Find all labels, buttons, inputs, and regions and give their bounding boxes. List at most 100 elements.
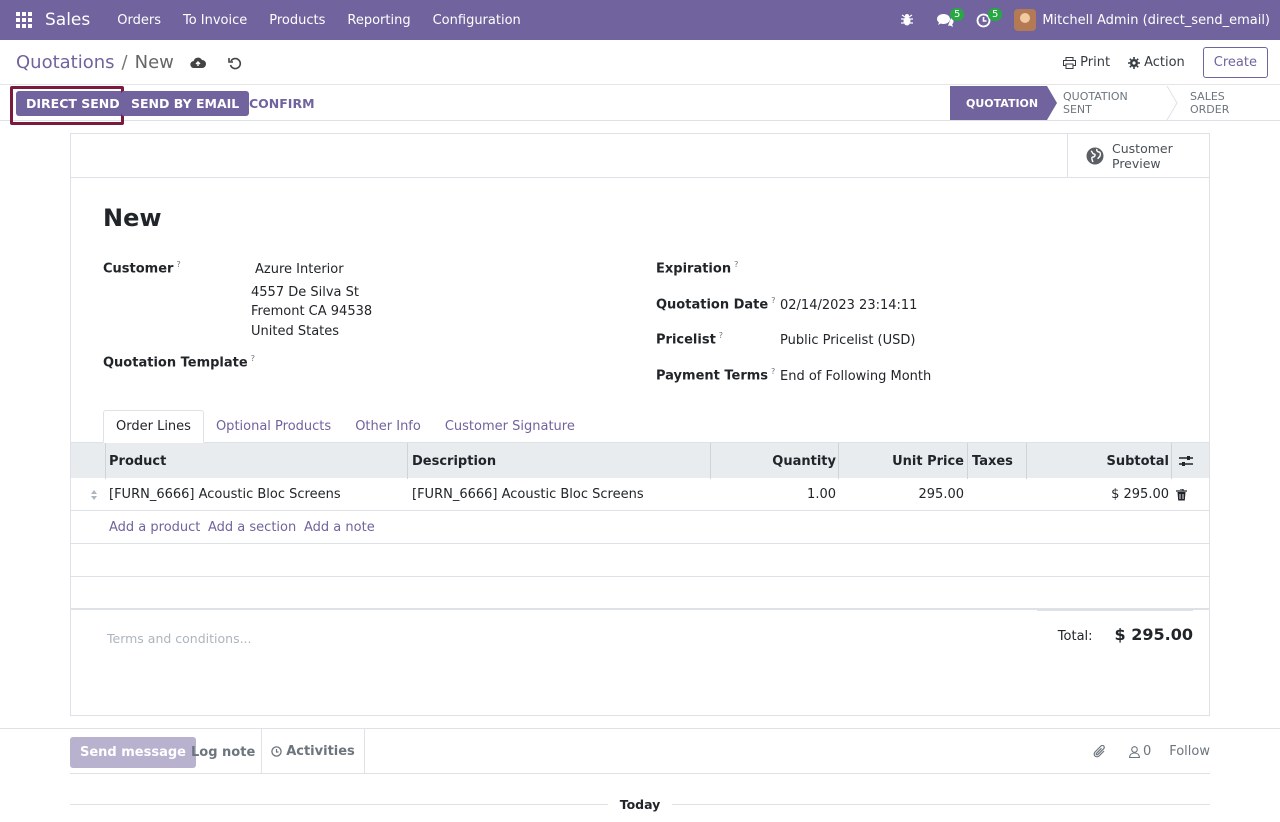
quotation-template-label: Quotation Template? <box>103 354 255 371</box>
stage-sales-order-label: SALES ORDER <box>1190 90 1230 116</box>
header-quantity[interactable]: Quantity <box>772 443 836 479</box>
add-section-link[interactable]: Add a section <box>208 511 296 544</box>
header-taxes[interactable]: Taxes <box>972 443 1013 479</box>
stage-quotation[interactable]: QUOTATION <box>950 86 1057 120</box>
table-row[interactable]: [FURN_6666] Acoustic Bloc Screens [FURN_… <box>71 478 1209 511</box>
activities-label: Activities <box>286 744 355 759</box>
tab-optional-products[interactable]: Optional Products <box>204 410 343 443</box>
menu-configuration[interactable]: Configuration <box>422 13 532 28</box>
followers-count: 0 <box>1142 744 1152 759</box>
user-icon <box>1128 745 1140 758</box>
customer-name-field[interactable]: Azure Interior <box>255 262 344 277</box>
control-panel: Quotations / New Print Action Create <box>0 40 1280 85</box>
customer-preview-line1: Customer <box>1112 141 1173 156</box>
paperclip-icon[interactable] <box>1093 744 1107 759</box>
column-settings-icon[interactable] <box>1179 443 1193 479</box>
messages-icon[interactable]: 5 <box>930 0 965 40</box>
pricelist-label: Pricelist? <box>656 331 724 348</box>
status-stages: QUOTATION QUOTATION SENT SALES ORDER <box>950 86 1280 120</box>
tab-customer-signature[interactable]: Customer Signature <box>433 410 587 443</box>
today-separator: Today <box>70 796 1211 812</box>
customer-preview-button[interactable]: Customer Preview <box>1067 134 1209 178</box>
user-avatar[interactable] <box>1014 9 1037 31</box>
menu-to-invoice[interactable]: To Invoice <box>172 13 258 28</box>
top-navbar: Sales Orders To Invoice Products Reporti… <box>0 0 1280 40</box>
create-button[interactable]: Create <box>1202 47 1268 78</box>
log-note-button[interactable]: Log note <box>191 737 255 768</box>
control-actions: Print Action Create <box>1063 47 1268 78</box>
form-sheet: Customer Preview New Customer? Azure Int… <box>70 133 1210 716</box>
trash-icon[interactable] <box>1176 478 1187 511</box>
debug-bug-icon[interactable] <box>892 0 922 40</box>
tab-other-info[interactable]: Other Info <box>343 410 433 443</box>
row-drag-handle-icon[interactable] <box>90 478 98 511</box>
user-menu[interactable]: Mitchell Admin (direct_send_email) <box>1042 13 1270 28</box>
stage-quotation-sent[interactable]: QUOTATION SENT <box>1047 86 1178 120</box>
expiration-label: Expiration? <box>656 260 739 277</box>
menu-products[interactable]: Products <box>258 13 336 28</box>
header-product[interactable]: Product <box>109 443 166 479</box>
print-button[interactable]: Print <box>1063 55 1110 70</box>
total-label: Total: <box>1057 629 1093 644</box>
save-cloud-icon[interactable] <box>190 56 206 70</box>
add-note-link[interactable]: Add a note <box>304 511 375 544</box>
record-title: New <box>103 204 162 232</box>
empty-row <box>71 577 1209 610</box>
add-line-row: Add a product Add a section Add a note <box>71 511 1209 544</box>
send-message-button[interactable]: Send message <box>70 737 196 768</box>
confirm-button[interactable]: CONFIRM <box>239 91 325 116</box>
globe-icon <box>1086 147 1104 165</box>
customer-address-line2: Fremont CA 94538 <box>251 304 373 319</box>
menu-reporting[interactable]: Reporting <box>336 13 421 28</box>
print-label: Print <box>1080 55 1111 70</box>
send-by-email-button[interactable]: SEND BY EMAIL <box>121 91 250 116</box>
follow-button[interactable]: Follow <box>1169 744 1210 759</box>
header-unit-price[interactable]: Unit Price <box>892 443 964 479</box>
row-quantity[interactable]: 1.00 <box>807 478 836 511</box>
form-statusbar: DIRECT SEND SEND BY EMAIL CONFIRM QUOTAT… <box>0 86 1280 125</box>
activities-button[interactable]: Activities <box>261 729 365 774</box>
customer-preview-line2: Preview <box>1112 156 1161 171</box>
pricelist-field[interactable]: Public Pricelist (USD) <box>780 333 915 348</box>
activities-clock-icon[interactable]: 5 <box>968 0 1003 40</box>
order-lines-header: Product Description Quantity Unit Price … <box>71 442 1209 479</box>
action-button[interactable]: Action <box>1128 55 1185 70</box>
add-product-link[interactable]: Add a product <box>109 511 200 544</box>
stage-quotation-label: QUOTATION <box>966 96 1039 110</box>
highlight-box <box>10 86 124 125</box>
navbar-systray: 5 5 Mitchell Admin (direct_send_email) <box>892 0 1270 40</box>
discard-undo-icon[interactable] <box>228 56 242 70</box>
header-description[interactable]: Description <box>412 443 496 479</box>
action-label: Action <box>1144 55 1185 70</box>
button-box: Customer Preview <box>71 134 1209 178</box>
customer-address-line1: 4557 De Silva St <box>251 285 359 300</box>
row-unit-price[interactable]: 295.00 <box>919 478 965 511</box>
total-value: $ 295.00 <box>1114 625 1193 644</box>
customer-address-line3: United States <box>251 324 340 339</box>
followers-button[interactable]: 0 <box>1128 744 1152 759</box>
totals-box: Total: $ 295.00 <box>1037 610 1193 644</box>
quotation-date-label: Quotation Date? <box>656 296 776 313</box>
chatter: Send message Log note Activities 0 Follo… <box>0 728 1280 822</box>
breadcrumb-current: New <box>134 52 174 73</box>
row-product[interactable]: [FURN_6666] Acoustic Bloc Screens <box>109 478 341 511</box>
today-label: Today <box>619 796 661 812</box>
main-menu: Orders To Invoice Products Reporting Con… <box>106 13 532 28</box>
header-subtotal[interactable]: Subtotal <box>1106 443 1169 479</box>
stage-sales-order[interactable]: SALES ORDER <box>1174 86 1280 120</box>
app-brand[interactable]: Sales <box>45 10 90 30</box>
breadcrumb-quotations[interactable]: Quotations <box>16 52 115 73</box>
menu-orders[interactable]: Orders <box>106 13 172 28</box>
row-description[interactable]: [FURN_6666] Acoustic Bloc Screens <box>412 478 644 511</box>
terms-conditions-field[interactable]: Terms and conditions... <box>107 631 252 646</box>
chatter-topbar: Send message Log note Activities 0 Follo… <box>70 729 1210 774</box>
apps-menu-icon[interactable] <box>0 0 48 40</box>
payment-terms-field[interactable]: End of Following Month <box>780 369 931 384</box>
quotation-date-field[interactable]: 02/14/2023 23:14:11 <box>780 298 917 313</box>
customer-label: Customer? <box>103 260 181 277</box>
notebook-tabs: Order Lines Optional Products Other Info… <box>103 410 587 443</box>
row-subtotal: $ 295.00 <box>1111 487 1169 502</box>
tab-order-lines[interactable]: Order Lines <box>103 410 204 443</box>
empty-row <box>71 544 1209 577</box>
stage-quotation-sent-label: QUOTATION SENT <box>1063 90 1128 116</box>
